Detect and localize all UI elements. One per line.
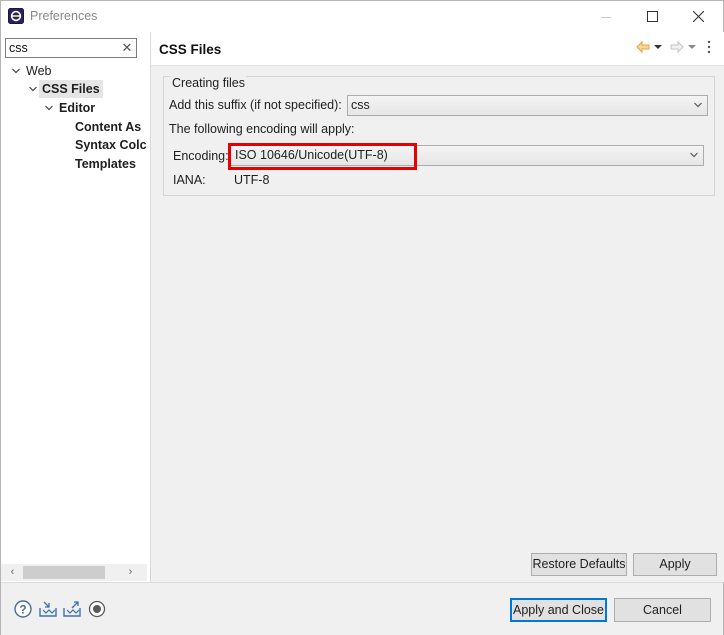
forward-arrow-icon[interactable] — [669, 39, 685, 55]
filter-input[interactable] — [9, 40, 119, 56]
tree-item-label: Syntax Colc — [75, 138, 147, 152]
restore-defaults-button[interactable]: Restore Defaults — [531, 553, 627, 576]
eclipse-app-icon — [8, 8, 24, 24]
apply-and-close-button[interactable]: Apply and Close — [510, 598, 607, 622]
forward-history-dropdown-icon[interactable] — [688, 39, 696, 55]
iana-label: IANA: — [173, 173, 206, 187]
tree-item-css-files[interactable]: CSS Files — [28, 80, 141, 98]
encoding-intro-label: The following encoding will apply: — [169, 122, 355, 136]
page-header: CSS Files — [151, 32, 724, 65]
help-icon[interactable]: ? — [13, 599, 33, 619]
preferences-window: Preferences ✕ Web CSS Files Editor — [0, 0, 724, 635]
filter-field[interactable]: ✕ — [5, 38, 137, 58]
suffix-label: Add this suffix (if not specified): — [169, 98, 342, 112]
header-divider — [151, 65, 724, 66]
encoding-combo[interactable]: ISO 10646/Unicode(UTF-8) — [230, 145, 704, 166]
tree-item-label: Editor — [59, 101, 96, 115]
preference-page: CSS Files Creating files Add this suffix… — [150, 32, 724, 582]
apply-button[interactable]: Apply — [633, 553, 717, 576]
export-icon[interactable] — [62, 599, 82, 619]
clear-filter-icon[interactable]: ✕ — [120, 39, 134, 57]
chevron-down-icon — [694, 102, 702, 108]
chevron-down-icon — [29, 86, 37, 92]
tree-item-label: Templates — [75, 157, 136, 171]
maximize-icon — [646, 11, 658, 22]
iana-value: UTF-8 — [234, 173, 270, 187]
minimize-button[interactable] — [583, 1, 629, 32]
tree-item-label: Content As — [75, 120, 142, 134]
tree-item-editor[interactable]: Editor — [44, 99, 141, 117]
chevron-down-icon — [45, 105, 53, 111]
page-title: CSS Files — [159, 42, 222, 57]
dialog-button-bar: ? Apply and Close Cancel — [1, 582, 723, 635]
window-title: Preferences — [30, 9, 98, 23]
tree-item-content-assist[interactable]: Content As — [75, 118, 147, 136]
tree-item-syntax-coloring[interactable]: Syntax Colc — [75, 136, 147, 154]
tree-horizontal-scrollbar[interactable]: ‹ › — [1, 564, 147, 581]
record-icon[interactable] — [87, 599, 107, 619]
tree-item-templates[interactable]: Templates — [75, 155, 147, 173]
back-arrow-icon[interactable] — [635, 39, 651, 55]
suffix-value: css — [351, 98, 370, 112]
tree-item-label: Web — [26, 64, 52, 78]
scroll-right-arrow-icon[interactable]: › — [122, 564, 139, 581]
chevron-down-icon — [12, 68, 20, 74]
preference-tree-pane: ✕ Web CSS Files Editor Content As Syntax… — [1, 32, 148, 582]
title-bar: Preferences — [1, 1, 723, 32]
minimize-icon — [601, 16, 611, 18]
scrollbar-thumb[interactable] — [23, 566, 105, 579]
chevron-down-icon — [690, 152, 698, 158]
scroll-left-arrow-icon[interactable]: ‹ — [4, 564, 21, 581]
view-menu-icon[interactable] — [705, 39, 713, 55]
close-button[interactable] — [675, 1, 721, 32]
group-title: Creating files — [171, 76, 246, 90]
tree-item-label: CSS Files — [39, 80, 103, 98]
back-history-dropdown-icon[interactable] — [654, 39, 662, 55]
encoding-label: Encoding: — [173, 149, 229, 163]
cancel-button[interactable]: Cancel — [614, 598, 711, 622]
maximize-button[interactable] — [629, 1, 675, 32]
encoding-value: ISO 10646/Unicode(UTF-8) — [235, 148, 388, 162]
close-icon — [692, 11, 704, 22]
suffix-combo[interactable]: css — [347, 95, 708, 116]
svg-text:?: ? — [19, 603, 26, 617]
import-icon[interactable] — [38, 599, 58, 619]
tree-item-web[interactable]: Web — [11, 62, 141, 80]
